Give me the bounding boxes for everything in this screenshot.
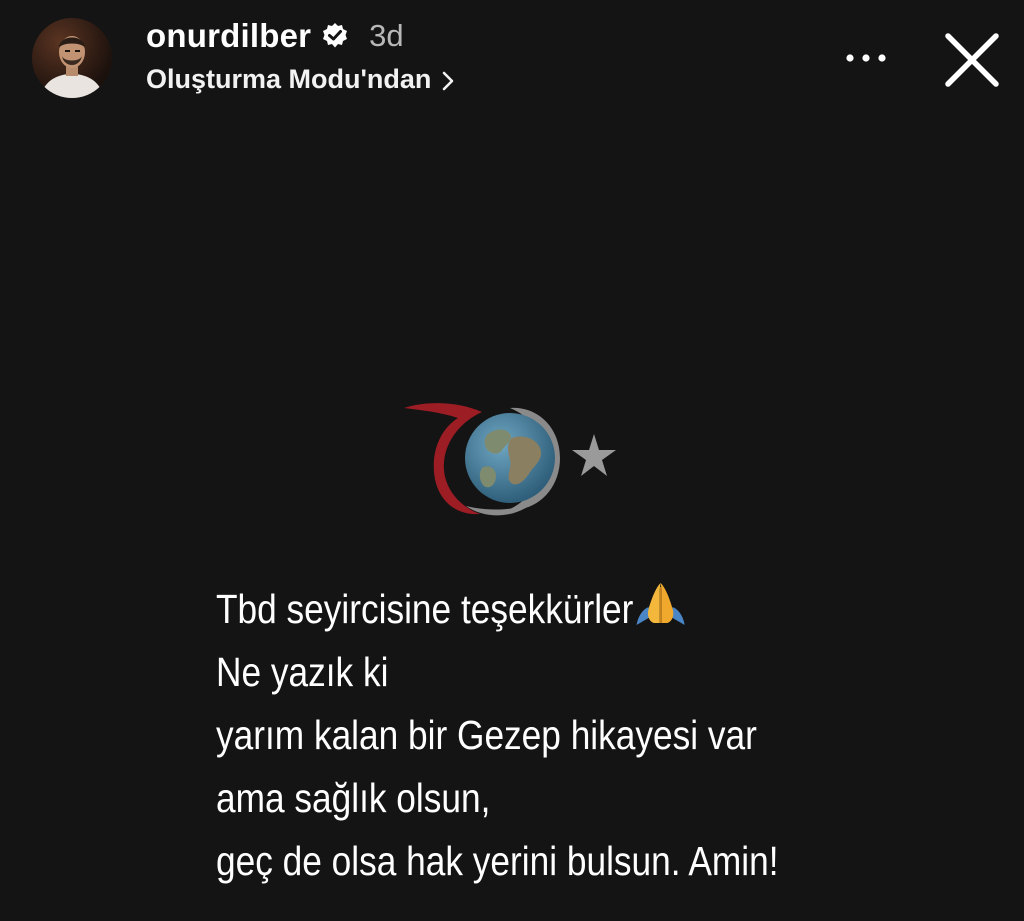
caption-line: Ne yazık ki bbox=[216, 649, 389, 695]
verified-badge-icon bbox=[321, 22, 349, 50]
caption-line-text: Tbd seyircisine teşekkürler bbox=[216, 586, 634, 632]
folded-hands-icon bbox=[635, 581, 687, 627]
chevron-right-icon bbox=[441, 68, 455, 91]
post-age: 3d bbox=[369, 18, 404, 53]
more-options-button[interactable] bbox=[836, 40, 896, 76]
username[interactable]: onurdilber bbox=[146, 17, 311, 55]
more-icon bbox=[846, 54, 886, 62]
story-header: onurdilber 3d Oluşturma Modu'ndan bbox=[0, 0, 1024, 110]
close-icon bbox=[945, 33, 999, 87]
watermark-logo bbox=[398, 398, 620, 522]
avatar[interactable] bbox=[32, 18, 112, 98]
caption-line: ama sağlık olsun, bbox=[216, 775, 491, 821]
story-caption: Tbd seyircisine teşekkürler Ne yazık ki … bbox=[216, 578, 887, 893]
creation-mode-label: Oluşturma Modu'ndan bbox=[146, 63, 432, 94]
user-line: onurdilber 3d bbox=[146, 14, 404, 58]
avatar-photo bbox=[32, 18, 112, 98]
close-button[interactable] bbox=[938, 26, 1006, 94]
caption-line: geç de olsa hak yerini bulsun. Amin! bbox=[216, 838, 779, 884]
caption-line: yarım kalan bir Gezep hikayesi var bbox=[216, 712, 757, 758]
creation-mode-link[interactable]: Oluşturma Modu'ndan bbox=[146, 60, 455, 98]
caption-line: Tbd seyircisine teşekkürler bbox=[216, 578, 887, 641]
